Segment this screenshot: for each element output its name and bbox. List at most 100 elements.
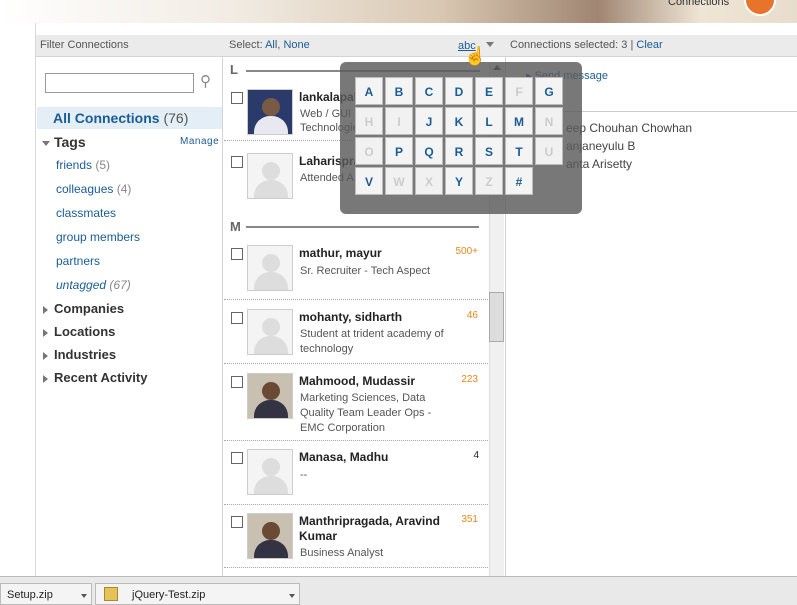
letter-key-z: Z <box>475 167 503 195</box>
contact-name[interactable]: Mahmood, Mudassir <box>299 374 415 388</box>
connection-count: 46 <box>466 310 478 321</box>
letter-heading: M <box>230 219 241 234</box>
chevron-right-icon <box>43 305 48 314</box>
tag-count: (5) <box>95 158 111 172</box>
taskbar-item-setup[interactable]: Setup.zip <box>0 583 92 605</box>
contact-headline: Student at trident academy of technology <box>300 328 444 355</box>
select-checkbox[interactable] <box>231 452 243 464</box>
letter-key-j[interactable]: J <box>415 107 443 135</box>
connection-count: 500+ <box>455 246 478 257</box>
letter-key-o: O <box>355 137 383 165</box>
connections-badge <box>744 0 776 16</box>
select-all-link[interactable]: All <box>265 39 277 51</box>
letter-key-t[interactable]: T <box>505 137 533 165</box>
letter-key-n: N <box>535 107 563 135</box>
select-controls: Select: All, None <box>229 39 310 51</box>
chevron-down-icon <box>42 140 50 146</box>
connection-count: 223 <box>461 374 478 385</box>
tag-colleagues[interactable]: colleagues (4) <box>56 182 131 196</box>
contact-headline: Sr. Recruiter - Tech Aspect <box>300 265 431 277</box>
letter-key-u: U <box>535 137 563 165</box>
tag-label: group members <box>56 230 141 244</box>
tag-label: untagged <box>56 278 107 292</box>
letter-key-k[interactable]: K <box>445 107 473 135</box>
section-recent-activity[interactable]: Recent Activity <box>43 370 147 385</box>
letter-heading: L <box>230 62 238 77</box>
letter-key-y[interactable]: Y <box>445 167 473 195</box>
contact-name[interactable]: mohanty, sidharth <box>299 310 402 324</box>
contact-name[interactable]: mathur, mayur <box>299 246 382 260</box>
search-icon[interactable]: ⚲ <box>200 72 211 90</box>
tag-friends[interactable]: friends (5) <box>56 158 110 172</box>
avatar <box>247 89 293 135</box>
contact-name[interactable]: Manasa, Madhu <box>299 450 388 464</box>
chevron-down-icon[interactable] <box>289 594 295 598</box>
select-checkbox[interactable] <box>231 156 243 168</box>
taskbar-item-label: jQuery-Test.zip <box>132 589 206 601</box>
tag-label: partners <box>56 254 101 268</box>
chevron-right-icon <box>43 328 48 337</box>
letter-key-e[interactable]: E <box>475 77 503 105</box>
tag-classmates[interactable]: classmates <box>56 206 116 220</box>
search-input[interactable] <box>45 73 194 93</box>
header-banner: Connections <box>0 0 797 23</box>
letter-key-b[interactable]: B <box>385 77 413 105</box>
letter-key-p[interactable]: P <box>385 137 413 165</box>
select-checkbox[interactable] <box>231 376 243 388</box>
contact-headline: Marketing Sciences, Data Quality Team Le… <box>300 392 432 434</box>
chevron-down-icon[interactable] <box>486 42 494 47</box>
section-label: Recent Activity <box>54 370 148 385</box>
select-checkbox[interactable] <box>231 516 243 528</box>
select-checkbox[interactable] <box>231 92 243 104</box>
letter-key-m[interactable]: M <box>505 107 533 135</box>
letter-key-c[interactable]: C <box>415 77 443 105</box>
section-locations[interactable]: Locations <box>43 324 115 339</box>
section-label: Locations <box>54 324 116 339</box>
tag-partners[interactable]: partners <box>56 254 100 268</box>
letter-key-g[interactable]: G <box>535 77 563 105</box>
scrollbar-thumb[interactable] <box>489 292 504 342</box>
tags-label: Tags <box>54 134 86 150</box>
letter-key-v[interactable]: V <box>355 167 383 195</box>
toolbar <box>36 35 797 57</box>
letter-key-x: X <box>415 167 443 195</box>
tag-group-members[interactable]: group members <box>56 230 140 244</box>
letter-key-r[interactable]: R <box>445 137 473 165</box>
letter-key-l[interactable]: L <box>475 107 503 135</box>
letter-key-f: F <box>505 77 533 105</box>
chevron-right-icon <box>43 351 48 360</box>
tag-count: (4) <box>116 182 132 196</box>
section-industries[interactable]: Industries <box>43 347 116 362</box>
tag-untagged[interactable]: untagged (67) <box>56 278 131 292</box>
avatar <box>247 245 293 291</box>
taskbar-item-jquery-test[interactable]: jQuery-Test.zip <box>95 583 300 605</box>
alphabet-picker: A B C D E F G H I J K L M N O P Q R S T U V W X Y Z # <box>340 62 582 214</box>
all-connections-item[interactable]: All Connections (76) <box>37 107 222 129</box>
chevron-right-icon <box>43 374 48 383</box>
contact-headline: Business Analyst <box>300 547 384 559</box>
zip-file-icon <box>104 587 118 601</box>
tags-header[interactable]: Tags <box>42 134 86 150</box>
divider <box>246 226 479 228</box>
select-checkbox[interactable] <box>231 312 243 324</box>
selected-count: Connections selected: 3 | Clear <box>510 39 663 51</box>
select-label: Select: <box>229 39 263 51</box>
letter-key-hash[interactable]: # <box>505 167 533 195</box>
section-companies[interactable]: Companies <box>43 301 124 316</box>
taskbar-item-label: Setup.zip <box>7 589 53 601</box>
section-label: Companies <box>54 301 125 316</box>
letter-key-a[interactable]: A <box>355 77 383 105</box>
letter-key-w: W <box>385 167 413 195</box>
selected-label: Connections selected: 3 | <box>510 39 634 51</box>
chevron-down-icon[interactable] <box>81 594 87 598</box>
select-checkbox[interactable] <box>231 248 243 260</box>
contact-name[interactable]: Manthripragada, Aravind Kumar <box>299 514 449 544</box>
letter-key-d[interactable]: D <box>445 77 473 105</box>
clear-link[interactable]: Clear <box>636 39 662 51</box>
connection-count: 351 <box>461 514 478 525</box>
letter-key-s[interactable]: S <box>475 137 503 165</box>
filter-title: Filter Connections <box>40 39 129 51</box>
manage-tags-link[interactable]: Manage <box>180 136 219 147</box>
select-none-link[interactable]: None <box>283 39 309 51</box>
letter-key-q[interactable]: Q <box>415 137 443 165</box>
